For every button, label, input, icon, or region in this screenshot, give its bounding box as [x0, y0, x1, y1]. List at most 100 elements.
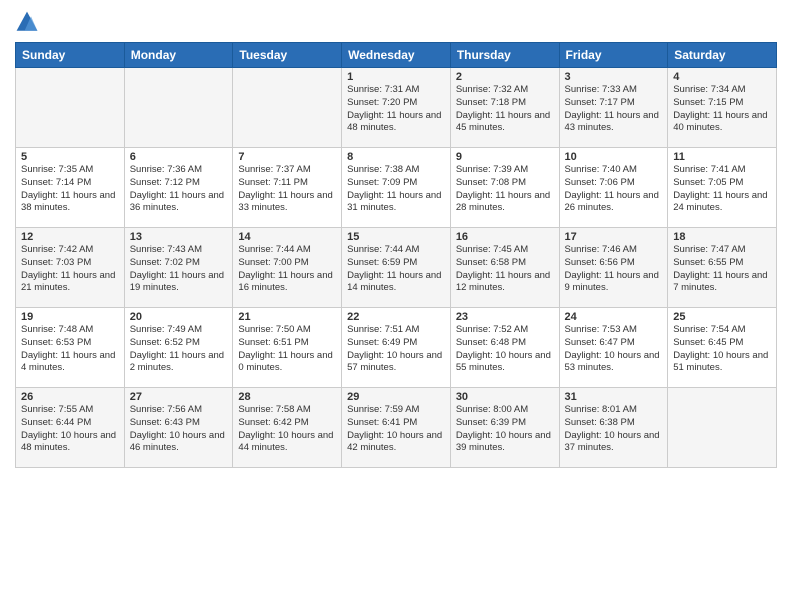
day-info: Sunrise: 7:47 AM Sunset: 6:55 PM Dayligh… — [673, 244, 771, 295]
day-info: Sunrise: 7:44 AM Sunset: 6:59 PM Dayligh… — [347, 244, 445, 295]
day-cell: 13Sunrise: 7:43 AM Sunset: 7:02 PM Dayli… — [124, 228, 233, 308]
day-number: 28 — [238, 391, 336, 403]
day-info: Sunrise: 7:53 AM Sunset: 6:47 PM Dayligh… — [565, 324, 663, 375]
day-number: 19 — [21, 311, 119, 323]
day-info: Sunrise: 8:01 AM Sunset: 6:38 PM Dayligh… — [565, 404, 663, 455]
day-cell: 18Sunrise: 7:47 AM Sunset: 6:55 PM Dayli… — [668, 228, 777, 308]
day-cell: 5Sunrise: 7:35 AM Sunset: 7:14 PM Daylig… — [16, 148, 125, 228]
week-row-4: 26Sunrise: 7:55 AM Sunset: 6:44 PM Dayli… — [16, 388, 777, 468]
day-info: Sunrise: 7:56 AM Sunset: 6:43 PM Dayligh… — [130, 404, 228, 455]
day-info: Sunrise: 7:42 AM Sunset: 7:03 PM Dayligh… — [21, 244, 119, 295]
day-cell: 30Sunrise: 8:00 AM Sunset: 6:39 PM Dayli… — [450, 388, 559, 468]
day-number: 29 — [347, 391, 445, 403]
day-number: 10 — [565, 151, 663, 163]
day-number: 30 — [456, 391, 554, 403]
day-number: 14 — [238, 231, 336, 243]
day-cell: 27Sunrise: 7:56 AM Sunset: 6:43 PM Dayli… — [124, 388, 233, 468]
day-number: 9 — [456, 151, 554, 163]
weekday-header-row: SundayMondayTuesdayWednesdayThursdayFrid… — [16, 43, 777, 68]
day-cell: 23Sunrise: 7:52 AM Sunset: 6:48 PM Dayli… — [450, 308, 559, 388]
day-info: Sunrise: 7:31 AM Sunset: 7:20 PM Dayligh… — [347, 84, 445, 135]
week-row-2: 12Sunrise: 7:42 AM Sunset: 7:03 PM Dayli… — [16, 228, 777, 308]
day-info: Sunrise: 7:37 AM Sunset: 7:11 PM Dayligh… — [238, 164, 336, 215]
day-cell: 15Sunrise: 7:44 AM Sunset: 6:59 PM Dayli… — [342, 228, 451, 308]
day-cell: 16Sunrise: 7:45 AM Sunset: 6:58 PM Dayli… — [450, 228, 559, 308]
day-info: Sunrise: 7:40 AM Sunset: 7:06 PM Dayligh… — [565, 164, 663, 215]
day-cell: 22Sunrise: 7:51 AM Sunset: 6:49 PM Dayli… — [342, 308, 451, 388]
day-number: 5 — [21, 151, 119, 163]
day-cell: 19Sunrise: 7:48 AM Sunset: 6:53 PM Dayli… — [16, 308, 125, 388]
day-cell: 28Sunrise: 7:58 AM Sunset: 6:42 PM Dayli… — [233, 388, 342, 468]
day-cell: 31Sunrise: 8:01 AM Sunset: 6:38 PM Dayli… — [559, 388, 668, 468]
day-number: 12 — [21, 231, 119, 243]
day-cell: 14Sunrise: 7:44 AM Sunset: 7:00 PM Dayli… — [233, 228, 342, 308]
day-info: Sunrise: 7:41 AM Sunset: 7:05 PM Dayligh… — [673, 164, 771, 215]
day-cell: 25Sunrise: 7:54 AM Sunset: 6:45 PM Dayli… — [668, 308, 777, 388]
day-info: Sunrise: 7:34 AM Sunset: 7:15 PM Dayligh… — [673, 84, 771, 135]
day-number: 4 — [673, 71, 771, 83]
weekday-header-friday: Friday — [559, 43, 668, 68]
day-info: Sunrise: 7:52 AM Sunset: 6:48 PM Dayligh… — [456, 324, 554, 375]
day-info: Sunrise: 7:43 AM Sunset: 7:02 PM Dayligh… — [130, 244, 228, 295]
day-cell: 3Sunrise: 7:33 AM Sunset: 7:17 PM Daylig… — [559, 68, 668, 148]
day-cell: 6Sunrise: 7:36 AM Sunset: 7:12 PM Daylig… — [124, 148, 233, 228]
header — [15, 10, 777, 34]
day-number: 15 — [347, 231, 445, 243]
day-number: 6 — [130, 151, 228, 163]
day-info: Sunrise: 7:54 AM Sunset: 6:45 PM Dayligh… — [673, 324, 771, 375]
day-info: Sunrise: 7:51 AM Sunset: 6:49 PM Dayligh… — [347, 324, 445, 375]
day-info: Sunrise: 7:33 AM Sunset: 7:17 PM Dayligh… — [565, 84, 663, 135]
day-info: Sunrise: 7:55 AM Sunset: 6:44 PM Dayligh… — [21, 404, 119, 455]
day-cell: 29Sunrise: 7:59 AM Sunset: 6:41 PM Dayli… — [342, 388, 451, 468]
calendar: SundayMondayTuesdayWednesdayThursdayFrid… — [15, 42, 777, 468]
day-cell: 9Sunrise: 7:39 AM Sunset: 7:08 PM Daylig… — [450, 148, 559, 228]
day-cell: 4Sunrise: 7:34 AM Sunset: 7:15 PM Daylig… — [668, 68, 777, 148]
day-cell: 8Sunrise: 7:38 AM Sunset: 7:09 PM Daylig… — [342, 148, 451, 228]
day-number: 23 — [456, 311, 554, 323]
week-row-3: 19Sunrise: 7:48 AM Sunset: 6:53 PM Dayli… — [16, 308, 777, 388]
day-info: Sunrise: 7:32 AM Sunset: 7:18 PM Dayligh… — [456, 84, 554, 135]
day-number: 20 — [130, 311, 228, 323]
day-cell: 11Sunrise: 7:41 AM Sunset: 7:05 PM Dayli… — [668, 148, 777, 228]
day-info: Sunrise: 7:38 AM Sunset: 7:09 PM Dayligh… — [347, 164, 445, 215]
day-info: Sunrise: 7:44 AM Sunset: 7:00 PM Dayligh… — [238, 244, 336, 295]
day-cell: 7Sunrise: 7:37 AM Sunset: 7:11 PM Daylig… — [233, 148, 342, 228]
day-number: 13 — [130, 231, 228, 243]
weekday-header-wednesday: Wednesday — [342, 43, 451, 68]
weekday-header-tuesday: Tuesday — [233, 43, 342, 68]
day-number: 25 — [673, 311, 771, 323]
day-info: Sunrise: 7:59 AM Sunset: 6:41 PM Dayligh… — [347, 404, 445, 455]
day-info: Sunrise: 7:50 AM Sunset: 6:51 PM Dayligh… — [238, 324, 336, 375]
day-info: Sunrise: 7:36 AM Sunset: 7:12 PM Dayligh… — [130, 164, 228, 215]
weekday-header-thursday: Thursday — [450, 43, 559, 68]
day-cell: 12Sunrise: 7:42 AM Sunset: 7:03 PM Dayli… — [16, 228, 125, 308]
day-number: 27 — [130, 391, 228, 403]
day-cell: 2Sunrise: 7:32 AM Sunset: 7:18 PM Daylig… — [450, 68, 559, 148]
day-cell: 26Sunrise: 7:55 AM Sunset: 6:44 PM Dayli… — [16, 388, 125, 468]
day-cell: 20Sunrise: 7:49 AM Sunset: 6:52 PM Dayli… — [124, 308, 233, 388]
weekday-header-sunday: Sunday — [16, 43, 125, 68]
day-number: 2 — [456, 71, 554, 83]
day-number: 16 — [456, 231, 554, 243]
weekday-header-monday: Monday — [124, 43, 233, 68]
day-number: 22 — [347, 311, 445, 323]
day-info: Sunrise: 7:39 AM Sunset: 7:08 PM Dayligh… — [456, 164, 554, 215]
day-info: Sunrise: 7:48 AM Sunset: 6:53 PM Dayligh… — [21, 324, 119, 375]
day-info: Sunrise: 8:00 AM Sunset: 6:39 PM Dayligh… — [456, 404, 554, 455]
day-number: 17 — [565, 231, 663, 243]
day-cell: 17Sunrise: 7:46 AM Sunset: 6:56 PM Dayli… — [559, 228, 668, 308]
day-number: 8 — [347, 151, 445, 163]
day-number: 3 — [565, 71, 663, 83]
day-cell — [233, 68, 342, 148]
day-number: 7 — [238, 151, 336, 163]
day-number: 18 — [673, 231, 771, 243]
logo-icon — [15, 10, 39, 34]
day-info: Sunrise: 7:49 AM Sunset: 6:52 PM Dayligh… — [130, 324, 228, 375]
day-info: Sunrise: 7:35 AM Sunset: 7:14 PM Dayligh… — [21, 164, 119, 215]
logo — [15, 10, 43, 34]
day-info: Sunrise: 7:45 AM Sunset: 6:58 PM Dayligh… — [456, 244, 554, 295]
day-number: 1 — [347, 71, 445, 83]
day-cell: 10Sunrise: 7:40 AM Sunset: 7:06 PM Dayli… — [559, 148, 668, 228]
day-cell — [668, 388, 777, 468]
day-cell — [16, 68, 125, 148]
